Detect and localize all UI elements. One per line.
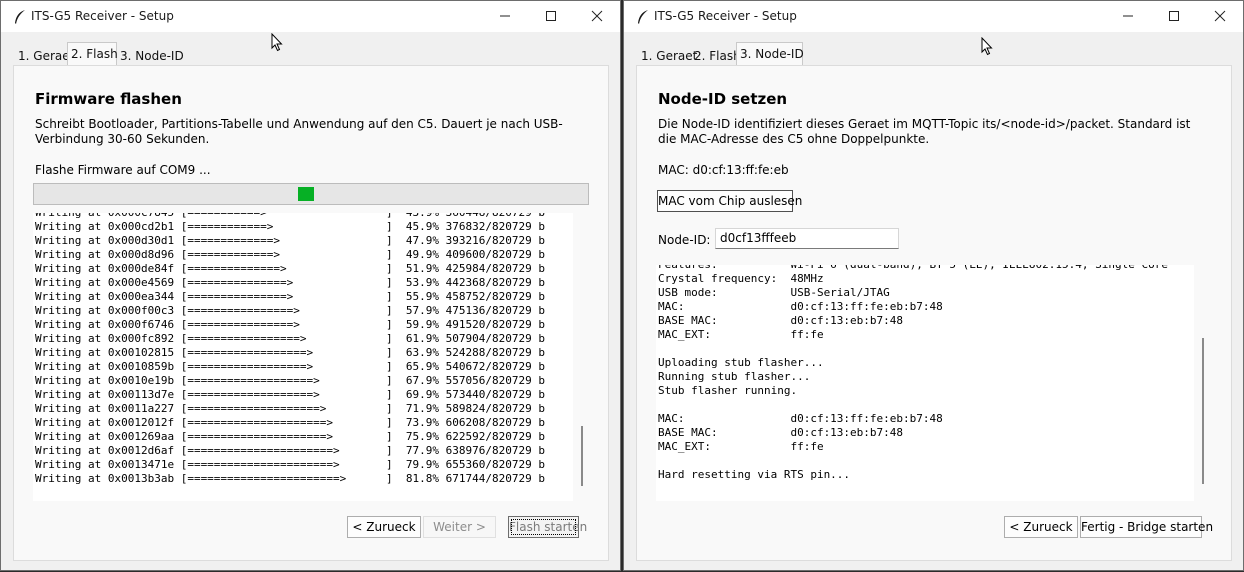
tab-flash[interactable]: 2. Flash [67, 42, 118, 66]
title-bar[interactable]: ITS-G5 Receiver - Setup [1, 1, 620, 32]
flash-log-console[interactable]: Writing at 0x000c7845 [===========> ] 43… [33, 213, 573, 501]
window-title: ITS-G5 Receiver - Setup [654, 9, 797, 23]
close-button[interactable] [1197, 1, 1243, 32]
log-scrollbar[interactable] [581, 426, 583, 486]
page-description: Schreibt Bootloader, Partitions-Tabelle … [35, 117, 563, 146]
mac-label: MAC: d0:cf:13:ff:fe:eb [658, 163, 789, 177]
flash-progress-bar [33, 183, 589, 205]
tab-node-id[interactable]: 3. Node-ID [736, 42, 804, 66]
node-id-input[interactable]: d0cf13fffeeb [715, 228, 899, 249]
maximize-icon [1169, 11, 1179, 21]
progress-indicator [298, 187, 314, 201]
close-icon [1214, 10, 1226, 22]
maximize-button[interactable] [1151, 1, 1197, 32]
minimize-button[interactable] [482, 1, 528, 32]
node-id-label: Node-ID: [658, 233, 711, 247]
setup-window-node-id: ITS-G5 Receiver - Setup 1. Geraet 2. Fla… [623, 0, 1244, 571]
tab-node-id[interactable]: 3. Node-ID [117, 46, 187, 66]
minimize-icon [1123, 15, 1133, 17]
maximize-icon [546, 11, 556, 21]
back-button[interactable]: < Zurueck [347, 516, 421, 538]
chip-log-console[interactable]: Features: Wi-Fi 6 (dual-band), BT 5 (LE)… [656, 265, 1194, 501]
log-scrollbar[interactable] [1202, 338, 1204, 484]
flash-log-text: Writing at 0x000c7845 [===========> ] 43… [35, 213, 545, 485]
finish-bridge-button[interactable]: Fertig - Bridge starten [1080, 516, 1213, 538]
page-description: Die Node-ID identifiziert dieses Geraet … [658, 117, 1191, 146]
back-button[interactable]: < Zurueck [1004, 516, 1078, 538]
minimize-button[interactable] [1105, 1, 1151, 32]
node-id-panel: Node-ID setzen Die Node-ID identifiziert… [636, 65, 1232, 561]
mouse-cursor-icon [271, 33, 283, 52]
close-button[interactable] [574, 1, 620, 32]
chip-log-text: Features: Wi-Fi 6 (dual-band), BT 5 (LE)… [658, 265, 1168, 481]
page-title: Firmware flashen [35, 90, 182, 108]
feather-icon [638, 10, 648, 24]
next-button[interactable]: Weiter > [423, 516, 496, 538]
setup-window-flash: ITS-G5 Receiver - Setup 1. Geraet 2. Fla… [0, 0, 621, 571]
flash-status-text: Flashe Firmware auf COM9 ... [35, 163, 211, 177]
feather-icon [15, 10, 25, 24]
flash-panel: Firmware flashen Schreibt Bootloader, Pa… [13, 65, 609, 561]
close-icon [591, 10, 603, 22]
minimize-icon [500, 15, 510, 17]
window-title: ITS-G5 Receiver - Setup [31, 9, 174, 23]
flash-start-button[interactable]: Flash starten [508, 516, 587, 538]
maximize-button[interactable] [528, 1, 574, 32]
read-mac-button[interactable]: MAC vom Chip auslesen [657, 190, 802, 212]
title-bar[interactable]: ITS-G5 Receiver - Setup [624, 1, 1243, 32]
mouse-cursor-icon [981, 37, 993, 56]
page-title: Node-ID setzen [658, 90, 788, 108]
